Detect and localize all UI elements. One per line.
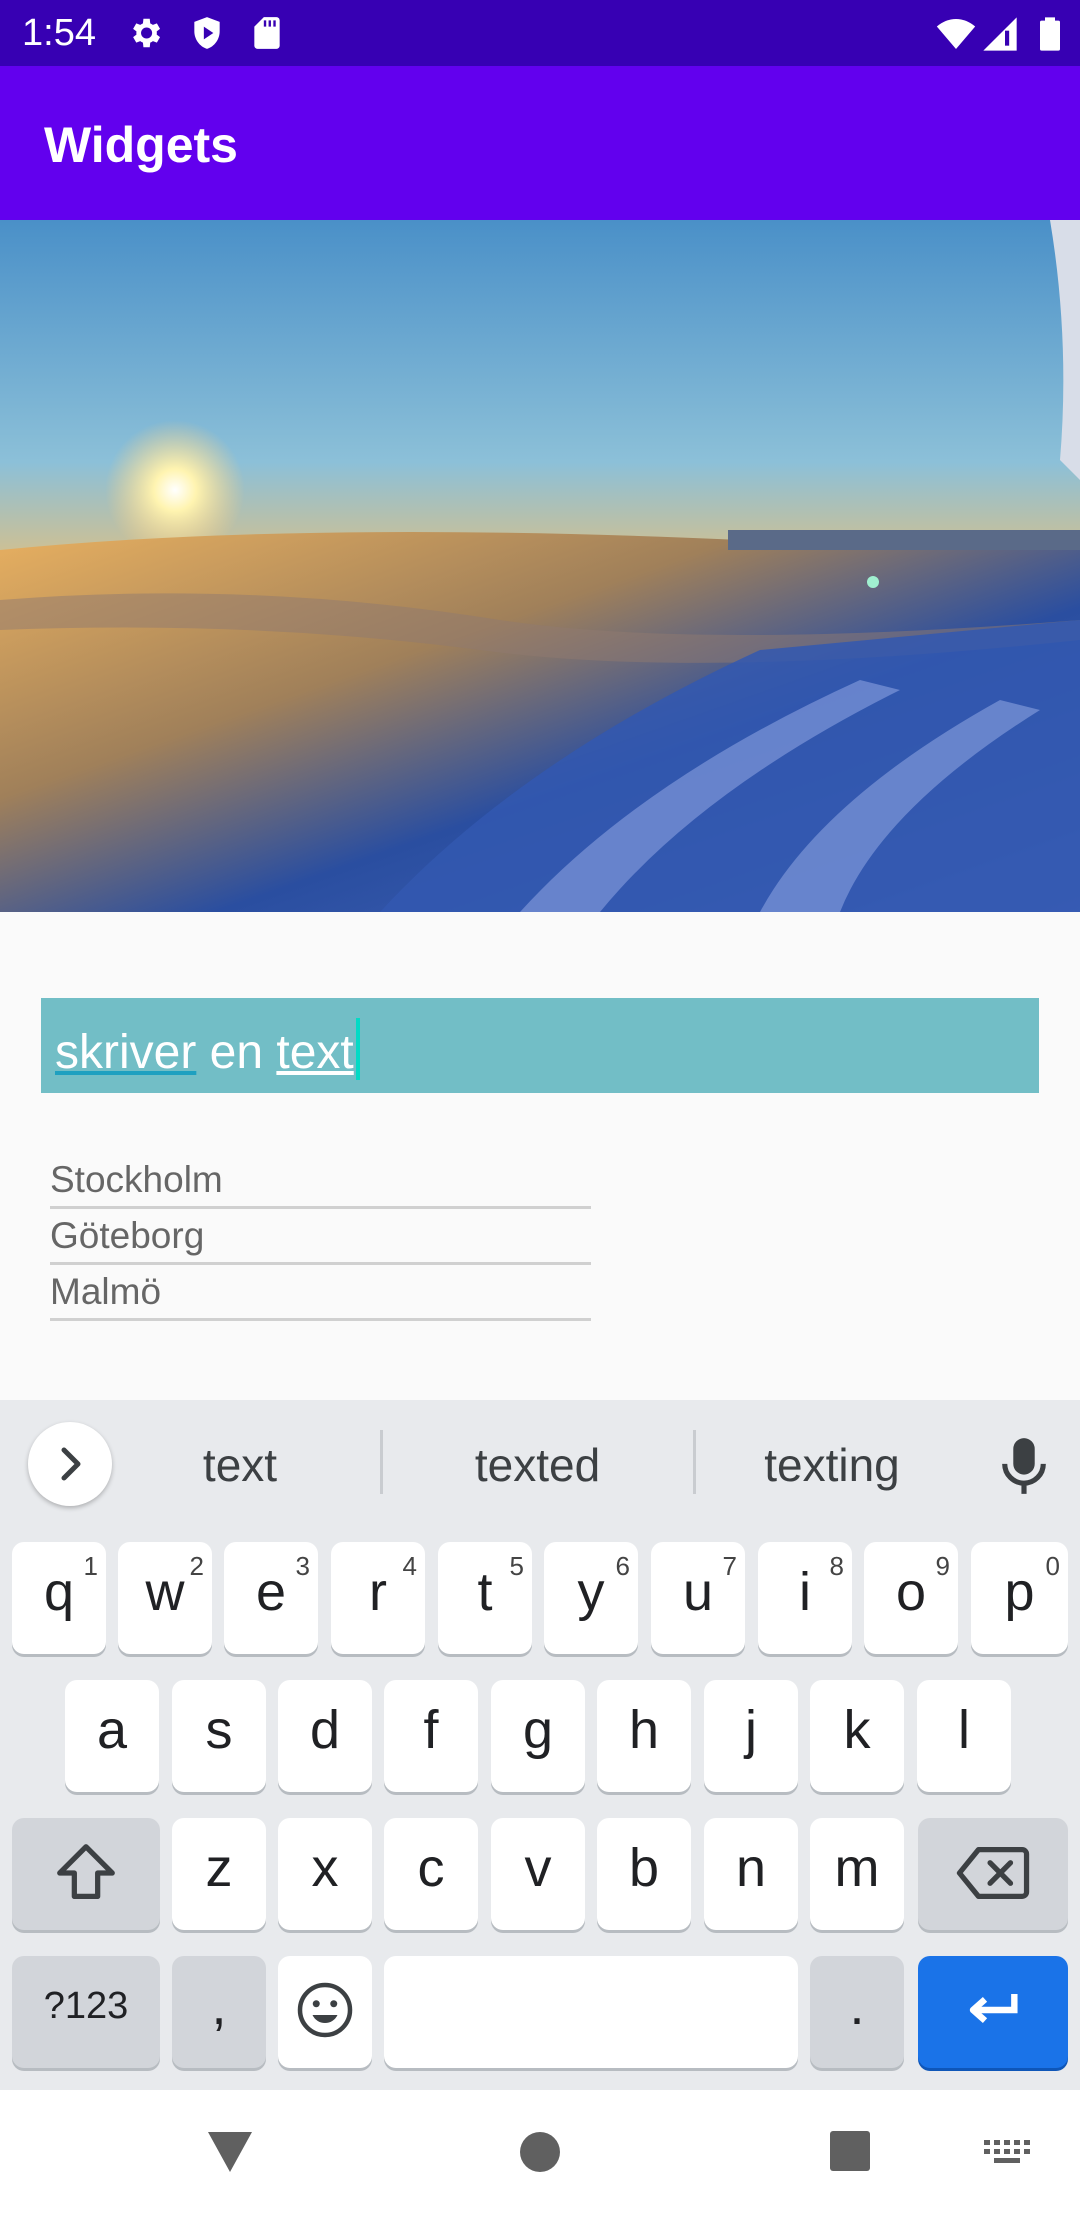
key-t[interactable]: t5: [438, 1542, 532, 1654]
key-hint: 0: [1045, 1551, 1060, 1581]
key-s[interactable]: s: [172, 1680, 266, 1792]
key-p[interactable]: p0: [971, 1542, 1068, 1654]
period-key[interactable]: .: [810, 1956, 904, 2068]
key-k[interactable]: k: [810, 1680, 904, 1792]
suggestion-1[interactable]: text: [160, 1438, 320, 1492]
key-label: i: [799, 1562, 811, 1622]
key-j[interactable]: j: [704, 1680, 798, 1792]
shift-key[interactable]: [12, 1818, 160, 1930]
battery-icon: [1040, 17, 1060, 51]
key-n[interactable]: n: [704, 1818, 798, 1930]
key-hint: 5: [509, 1551, 524, 1581]
symbols-key[interactable]: ?123: [12, 1956, 160, 2068]
key-hint: 7: [722, 1551, 737, 1581]
signal-icon: [983, 17, 1017, 51]
text-input-value: skriver en text: [55, 1018, 360, 1080]
text-cursor: [355, 1018, 360, 1080]
enter-icon: [969, 1994, 1018, 2024]
chevron-right-icon: [61, 1447, 81, 1481]
status-bar: 1:54: [0, 0, 1080, 66]
navigation-bar: [0, 2090, 1080, 2220]
text-input-composing-word: text: [276, 1026, 354, 1079]
app-bar: Widgets: [0, 66, 1080, 220]
key-label: r: [369, 1562, 387, 1622]
list-item-stockholm[interactable]: Stockholm: [50, 1155, 591, 1209]
suggestion-divider: [693, 1430, 696, 1494]
key-d[interactable]: d: [278, 1680, 372, 1792]
app-title: Widgets: [44, 117, 238, 173]
key-l[interactable]: l: [917, 1680, 1011, 1792]
sd-card-icon: [254, 17, 280, 49]
emoji-key[interactable]: [278, 1956, 372, 2068]
key-label: q: [43, 1562, 75, 1622]
expand-toolbar-button[interactable]: [28, 1422, 112, 1506]
backspace-key[interactable]: [918, 1818, 1068, 1930]
key-e[interactable]: e3: [224, 1542, 318, 1654]
keyboard-switch-icon[interactable]: [984, 2140, 1030, 2170]
space-key[interactable]: [384, 1956, 798, 2068]
emoji-icon: [297, 1982, 353, 2038]
key-u[interactable]: u7: [651, 1542, 745, 1654]
backspace-icon: [956, 1847, 1030, 1899]
key-label: t: [477, 1562, 493, 1622]
key-q[interactable]: q1: [12, 1542, 106, 1654]
key-f[interactable]: f: [384, 1680, 478, 1792]
text-input[interactable]: skriver en text: [41, 998, 1039, 1093]
key-hint: 1: [83, 1551, 98, 1581]
key-v[interactable]: v: [491, 1818, 585, 1930]
home-circle-icon[interactable]: [518, 2130, 562, 2174]
key-z[interactable]: z: [172, 1818, 266, 1930]
key-label: o: [895, 1562, 927, 1622]
key-x[interactable]: x: [278, 1818, 372, 1930]
key-r[interactable]: r4: [331, 1542, 425, 1654]
key-hint: 2: [189, 1551, 204, 1581]
key-m[interactable]: m: [810, 1818, 904, 1930]
key-hint: 6: [615, 1551, 630, 1581]
key-label: w: [145, 1562, 185, 1622]
status-time: 1:54: [22, 12, 96, 54]
key-hint: 9: [935, 1551, 950, 1581]
mic-icon[interactable]: [998, 1436, 1050, 1496]
key-a[interactable]: a: [65, 1680, 159, 1792]
play-shield-icon: [194, 17, 220, 49]
gear-icon: [133, 18, 161, 48]
key-g[interactable]: g: [491, 1680, 585, 1792]
key-b[interactable]: b: [597, 1818, 691, 1930]
wifi-icon: [936, 19, 976, 49]
key-y[interactable]: y6: [544, 1542, 638, 1654]
enter-key[interactable]: [918, 1956, 1068, 2068]
key-label: u: [682, 1562, 714, 1622]
list-item-malmo[interactable]: Malmö: [50, 1267, 591, 1321]
text-input-word: skriver: [55, 1026, 197, 1079]
key-c[interactable]: c: [384, 1818, 478, 1930]
key-hint: 4: [402, 1551, 417, 1581]
key-hint: 3: [295, 1551, 310, 1581]
suggestion-strip: text texted texting: [0, 1400, 1080, 1530]
key-label: e: [255, 1562, 287, 1622]
comma-key[interactable]: ,: [172, 1956, 266, 2068]
key-label: p: [1004, 1562, 1035, 1622]
key-i[interactable]: i8: [758, 1542, 852, 1654]
key-o[interactable]: o9: [864, 1542, 958, 1654]
text-input-word: en: [196, 1026, 277, 1079]
recents-square-icon[interactable]: [829, 2130, 871, 2172]
suggestion-3[interactable]: texting: [732, 1438, 932, 1492]
key-h[interactable]: h: [597, 1680, 691, 1792]
back-triangle-icon[interactable]: [206, 2130, 254, 2174]
soft-keyboard: text texted texting q1 w2 e3 r4 t5 y6 u7…: [0, 1400, 1080, 2090]
shift-icon: [57, 1844, 115, 1899]
key-hint: 8: [829, 1551, 844, 1581]
suggestion-divider: [380, 1430, 383, 1494]
key-w[interactable]: w2: [118, 1542, 212, 1654]
list-item-goteborg[interactable]: Göteborg: [50, 1211, 591, 1265]
key-label: y: [577, 1562, 605, 1622]
winter-landscape-image: [0, 220, 1080, 912]
suggestion-2[interactable]: texted: [430, 1438, 645, 1492]
